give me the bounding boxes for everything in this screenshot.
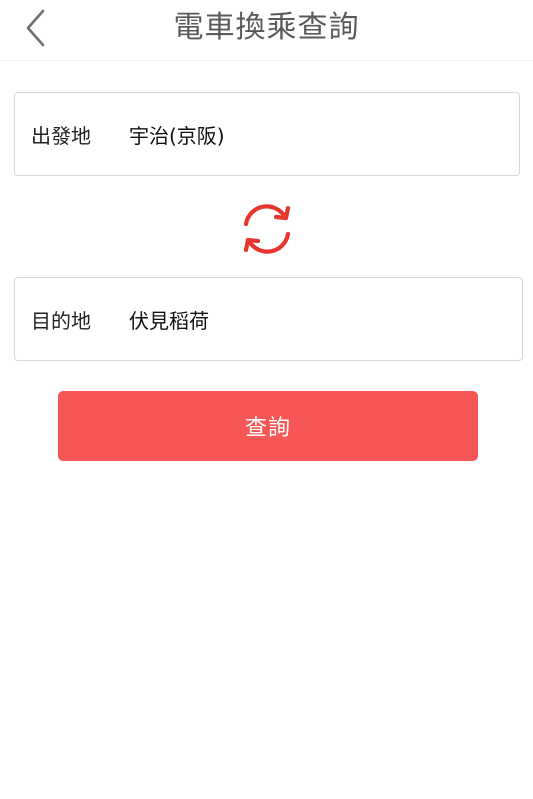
origin-value: 宇治(京阪) bbox=[129, 123, 225, 148]
header-bar: 電車換乘查詢 bbox=[0, 0, 533, 61]
destination-field[interactable]: 目的地 伏見稻荷 bbox=[14, 277, 523, 361]
destination-label: 目的地 bbox=[31, 308, 91, 333]
search-button[interactable]: 查詢 bbox=[58, 391, 478, 461]
destination-value: 伏見稻荷 bbox=[129, 308, 209, 333]
swap-arrows-icon bbox=[243, 204, 291, 254]
swap-button[interactable] bbox=[236, 198, 298, 260]
app-screen: 電車換乘查詢 出發地 宇治(京阪) 目的地 伏見稻荷 查詢 bbox=[0, 0, 533, 799]
page-title: 電車換乘查詢 bbox=[173, 10, 360, 45]
origin-field[interactable]: 出發地 宇治(京阪) bbox=[14, 92, 520, 176]
origin-label: 出發地 bbox=[31, 123, 91, 148]
